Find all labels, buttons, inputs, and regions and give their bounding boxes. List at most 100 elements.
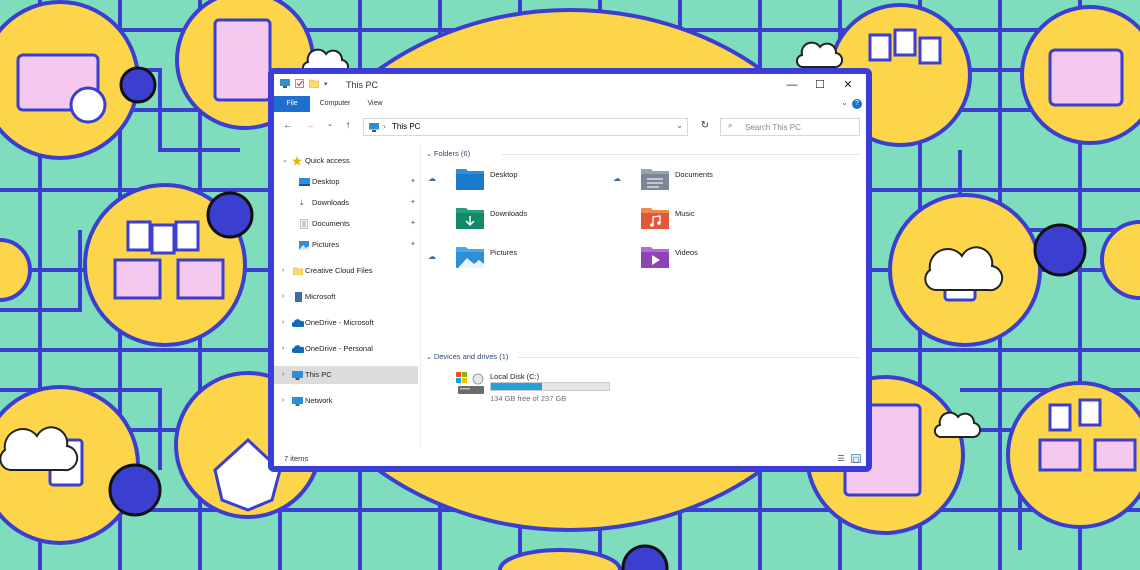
- expand-chevron-icon[interactable]: ›: [282, 288, 284, 306]
- devices-group-header[interactable]: ⌄ Devices and drives (1): [426, 351, 860, 363]
- sidebar-item-onedrive-microsoft[interactable]: › OneDrive - Microsoft: [274, 314, 418, 332]
- sidebar-item-label: Quick access: [305, 156, 350, 165]
- cloud-sync-icon: ☁: [428, 174, 436, 183]
- expand-chevron-icon[interactable]: ›: [282, 314, 284, 332]
- sidebar-item-label: Desktop: [312, 177, 340, 186]
- network-icon: [292, 397, 303, 406]
- sidebar-item-label: Microsoft: [305, 292, 336, 301]
- expand-ribbon-icon[interactable]: ⌄: [841, 98, 848, 107]
- pin-icon[interactable]: ✦: [410, 173, 416, 191]
- folder-label: Downloads: [490, 209, 528, 218]
- devices-header-label: Devices and drives (1): [433, 352, 509, 361]
- sidebar-item-label: Network: [305, 396, 333, 405]
- window-title: This PC: [346, 80, 379, 90]
- folder-item-videos[interactable]: Videos: [641, 244, 811, 272]
- folder-item-music[interactable]: Music: [641, 205, 811, 233]
- tab-view[interactable]: View: [360, 96, 390, 112]
- music-folder-icon: [641, 208, 669, 229]
- help-button[interactable]: ?: [852, 99, 862, 109]
- folder-label: Pictures: [490, 248, 518, 257]
- folder-item-documents[interactable]: ☁ Documents: [613, 166, 811, 194]
- drive-item-local-disk[interactable]: Local Disk (C:) 134 GB free of 237 GB: [456, 372, 656, 406]
- search-icon: ⌕: [728, 121, 733, 130]
- document-icon: [295, 292, 302, 302]
- pictures-icon: [299, 241, 309, 250]
- ribbon-tabs: File Computer View ⌄ ?: [274, 96, 866, 112]
- expand-chevron-icon[interactable]: ›: [282, 262, 284, 280]
- local-disk-icon: [456, 372, 484, 394]
- pin-icon[interactable]: ✦: [410, 215, 416, 233]
- folder-item-downloads[interactable]: Downloads: [456, 205, 626, 233]
- content-pane: ⌄ Folders (6) ☁ Desktop ☁ Documents Down…: [422, 146, 866, 446]
- refresh-icon[interactable]: ↻: [699, 120, 711, 131]
- navigation-pane: ⌄ Quick access Desktop ✦ ⤓ Downloads ✦ D…: [274, 146, 421, 446]
- up-arrow-icon[interactable]: ↑: [342, 120, 354, 131]
- monitor-icon: [369, 123, 379, 132]
- tab-file[interactable]: File: [274, 96, 310, 112]
- drive-free-space: 134 GB free of 237 GB: [490, 394, 567, 403]
- properties-checkmark-icon[interactable]: [295, 79, 304, 88]
- recent-locations-chevron-icon[interactable]: ⌄: [324, 120, 336, 128]
- drive-usage-fill: [491, 383, 543, 390]
- folder-label: Videos: [675, 248, 698, 257]
- videos-folder-icon: [641, 247, 669, 268]
- folder-item-pictures[interactable]: ☁ Pictures: [428, 244, 626, 272]
- file-explorer-content: ▾ This PC — ☐ ✕ File Computer View ⌄ ? ←…: [274, 74, 866, 466]
- sidebar-item-network[interactable]: › Network: [274, 392, 418, 410]
- forward-arrow-icon[interactable]: →: [304, 120, 316, 131]
- sidebar-item-this-pc[interactable]: › This PC: [274, 366, 418, 384]
- folder-label: Music: [675, 209, 695, 218]
- details-view-icon[interactable]: ☰: [836, 454, 846, 463]
- expand-chevron-icon[interactable]: ⌄: [282, 152, 288, 170]
- back-arrow-icon[interactable]: ←: [282, 120, 294, 131]
- quick-access-toolbar: ▾: [280, 79, 328, 88]
- sidebar-item-label: OneDrive - Personal: [305, 344, 373, 353]
- sidebar-item-downloads[interactable]: ⤓ Downloads ✦: [274, 194, 418, 212]
- sidebar-item-creative-cloud-files[interactable]: › Creative Cloud Files: [274, 262, 418, 280]
- cloud-sync-icon: ☁: [428, 252, 436, 261]
- downloads-folder-icon: [456, 208, 484, 229]
- this-pc-window-icon: [280, 79, 290, 88]
- sidebar-item-onedrive-personal[interactable]: › OneDrive - Personal: [274, 340, 418, 358]
- sidebar-item-quick-access[interactable]: ⌄ Quick access: [274, 152, 418, 170]
- breadcrumb-separator-icon: ›: [383, 122, 386, 131]
- group-chevron-icon: ⌄: [426, 151, 434, 158]
- search-input[interactable]: ⌕ Search This PC: [720, 118, 860, 136]
- address-dropdown-icon[interactable]: ⌄: [676, 121, 683, 130]
- expand-chevron-icon[interactable]: ›: [282, 392, 284, 410]
- close-button[interactable]: ✕: [836, 77, 860, 93]
- expand-chevron-icon[interactable]: ›: [282, 366, 284, 384]
- sidebar-item-desktop[interactable]: Desktop ✦: [274, 173, 418, 191]
- item-count: 7 items: [284, 454, 309, 463]
- quick-access-dropdown-icon[interactable]: ▾: [324, 80, 328, 88]
- file-explorer-window: ▾ This PC — ☐ ✕ File Computer View ⌄ ? ←…: [268, 68, 872, 472]
- address-bar[interactable]: › This PC ⌄: [363, 118, 688, 136]
- status-bar: 7 items ☰ ▢: [274, 452, 866, 466]
- search-placeholder: Search This PC: [745, 123, 801, 132]
- pin-icon[interactable]: ✦: [410, 236, 416, 254]
- pictures-folder-icon: [456, 247, 484, 268]
- sidebar-item-label: Creative Cloud Files: [305, 266, 373, 275]
- tab-computer[interactable]: Computer: [314, 96, 356, 112]
- new-folder-icon[interactable]: [309, 79, 319, 88]
- folder-item-desktop[interactable]: ☁ Desktop: [428, 166, 626, 194]
- desktop-folder-icon: [456, 169, 484, 190]
- breadcrumb[interactable]: This PC: [392, 122, 420, 131]
- onedrive-cloud-icon: [292, 345, 304, 353]
- large-icons-view-icon[interactable]: ▢: [851, 454, 861, 464]
- download-arrow-icon: ⤓: [300, 198, 304, 207]
- maximize-button[interactable]: ☐: [808, 77, 832, 93]
- sidebar-item-label: OneDrive - Microsoft: [305, 318, 374, 327]
- minimize-button[interactable]: —: [780, 77, 804, 93]
- sidebar-item-pictures[interactable]: Pictures ✦: [274, 236, 418, 254]
- sidebar-item-microsoft[interactable]: › Microsoft: [274, 288, 418, 306]
- pin-icon[interactable]: ✦: [410, 194, 416, 212]
- documents-folder-icon: [641, 169, 669, 190]
- creative-cloud-icon: [293, 267, 303, 275]
- monitor-icon: [292, 371, 303, 380]
- expand-chevron-icon[interactable]: ›: [282, 340, 284, 358]
- divider: [518, 357, 860, 358]
- sidebar-item-documents[interactable]: Documents ✦: [274, 215, 418, 233]
- folders-group-header[interactable]: ⌄ Folders (6): [426, 148, 860, 160]
- cloud-sync-icon: ☁: [613, 174, 621, 183]
